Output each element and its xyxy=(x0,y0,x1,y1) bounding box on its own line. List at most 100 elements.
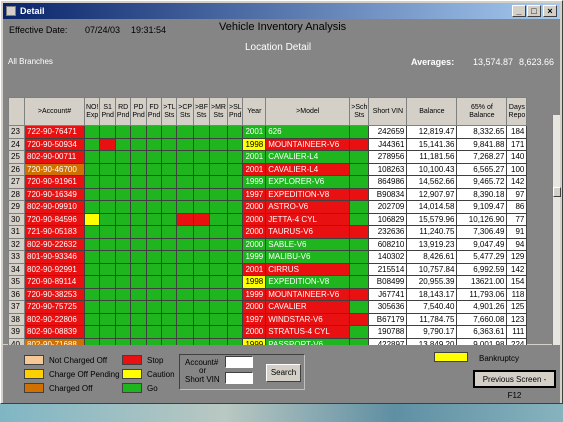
row-number[interactable]: 33 xyxy=(8,250,25,264)
status-flag-mr-sts[interactable] xyxy=(209,187,228,201)
year-cell[interactable]: 2001 xyxy=(242,150,267,164)
column-header-bf-sts[interactable]: >BF Sts xyxy=(192,97,211,126)
short-vin-cell[interactable]: J67741 xyxy=(368,287,408,301)
status-flag-sl-pnd[interactable] xyxy=(226,300,244,314)
account-cell[interactable]: 720-90-84596 xyxy=(24,212,85,226)
status-flag-sl-pnd[interactable] xyxy=(226,137,244,151)
minimize-button[interactable]: _ xyxy=(512,5,526,17)
status-flag-tl-sts[interactable] xyxy=(161,237,178,251)
search-button[interactable]: Search xyxy=(266,364,301,382)
table-row[interactable]: 31 721-90-05183 2000 TAURUS-V6 232636 11,240.… xyxy=(8,225,528,239)
status-flag-s1-pnd[interactable] xyxy=(99,212,116,226)
status-flag-bf-sts[interactable] xyxy=(192,150,211,164)
status-flag-mr-sts[interactable] xyxy=(209,225,228,239)
status-flag-tl-sts[interactable] xyxy=(161,187,178,201)
status-flag-tl-sts[interactable] xyxy=(161,275,178,289)
year-cell[interactable]: 2000 xyxy=(242,200,267,214)
year-cell[interactable]: 2000 xyxy=(242,300,267,314)
status-flag-sl-pnd[interactable] xyxy=(226,250,244,264)
status-flag-sl-pnd[interactable] xyxy=(226,225,244,239)
status-flag-cp-sts[interactable] xyxy=(176,175,194,189)
status-flag-s1-pnd[interactable] xyxy=(99,200,116,214)
scrollbar-thumb[interactable] xyxy=(553,187,561,197)
status-flag-mr-sts[interactable] xyxy=(209,200,228,214)
status-flag-tl-sts[interactable] xyxy=(161,250,178,264)
model-cell[interactable]: CAVALIER-L4 xyxy=(265,162,351,176)
account-cell[interactable]: 721-90-05183 xyxy=(24,225,85,239)
status-flag-s1-pnd[interactable] xyxy=(99,175,116,189)
status-flag-tl-sts[interactable] xyxy=(161,225,178,239)
pct-balance-cell[interactable]: 5,477.29 xyxy=(456,250,508,264)
sch-sts-cell[interactable] xyxy=(349,187,370,201)
sch-sts-cell[interactable] xyxy=(349,262,370,276)
year-cell[interactable]: 1998 xyxy=(242,275,267,289)
status-flag-mr-sts[interactable] xyxy=(209,175,228,189)
status-flag-s1-pnd[interactable] xyxy=(99,312,116,326)
days-repo-cell[interactable]: 91 xyxy=(506,225,528,239)
year-cell[interactable]: 2000 xyxy=(242,325,267,339)
status-flag-sl-pnd[interactable] xyxy=(226,237,244,251)
model-cell[interactable]: JETTA-4 CYL xyxy=(265,212,351,226)
status-flag-bf-sts[interactable] xyxy=(192,162,211,176)
status-flag-no-exp[interactable] xyxy=(83,325,101,339)
status-flag-no-exp[interactable] xyxy=(83,237,101,251)
status-flag-mr-sts[interactable] xyxy=(209,262,228,276)
status-flag-mr-sts[interactable] xyxy=(209,237,228,251)
status-flag-fd-pnd[interactable] xyxy=(145,325,163,339)
status-flag-no-exp[interactable] xyxy=(83,287,101,301)
status-flag-s1-pnd[interactable] xyxy=(99,250,116,264)
status-flag-cp-sts[interactable] xyxy=(176,162,194,176)
status-flag-bf-sts[interactable] xyxy=(192,125,211,139)
status-flag-cp-sts[interactable] xyxy=(176,262,194,276)
status-flag-no-exp[interactable] xyxy=(83,262,101,276)
table-row[interactable]: 34 802-90-92991 2001 CIRRUS 215514 10,757.84 6… xyxy=(8,262,528,276)
row-number[interactable]: 24 xyxy=(8,137,25,151)
status-flag-tl-sts[interactable] xyxy=(161,162,178,176)
status-flag-cp-sts[interactable] xyxy=(176,200,194,214)
status-flag-no-exp[interactable] xyxy=(83,250,101,264)
row-number[interactable]: 27 xyxy=(8,175,25,189)
balance-cell[interactable]: 18,143.17 xyxy=(406,287,458,301)
status-flag-fd-pnd[interactable] xyxy=(145,225,163,239)
status-flag-bf-sts[interactable] xyxy=(192,275,211,289)
short-vin-cell[interactable]: 140302 xyxy=(368,250,408,264)
table-row[interactable]: 30 720-90-84596 2000 JETTA-4 CYL 106829 15,57… xyxy=(8,212,528,226)
balance-cell[interactable]: 9,790.17 xyxy=(406,325,458,339)
account-cell[interactable]: 802-90-22806 xyxy=(24,312,85,326)
status-flag-s1-pnd[interactable] xyxy=(99,287,116,301)
short-vin-cell[interactable]: 278956 xyxy=(368,150,408,164)
short-vin-cell[interactable]: 106829 xyxy=(368,212,408,226)
row-number[interactable]: 26 xyxy=(8,162,25,176)
model-cell[interactable]: CAVALIER-L4 xyxy=(265,150,351,164)
row-number[interactable]: 29 xyxy=(8,200,25,214)
table-row[interactable]: 24 720-90-50934 1998 MOUNTAINEER-V6 J44361 15… xyxy=(8,137,528,151)
column-header-account[interactable]: >Account# xyxy=(24,97,85,126)
balance-cell[interactable]: 8,426.61 xyxy=(406,250,458,264)
status-flag-s1-pnd[interactable] xyxy=(99,162,116,176)
status-flag-bf-sts[interactable] xyxy=(192,250,211,264)
short-vin-cell[interactable]: 242659 xyxy=(368,125,408,139)
status-flag-s1-pnd[interactable] xyxy=(99,150,116,164)
model-cell[interactable]: EXPEDITION-V8 xyxy=(265,187,351,201)
status-flag-s1-pnd[interactable] xyxy=(99,125,116,139)
account-cell[interactable]: 720-90-16349 xyxy=(24,187,85,201)
status-flag-sl-pnd[interactable] xyxy=(226,262,244,276)
status-flag-bf-sts[interactable] xyxy=(192,212,211,226)
balance-cell[interactable]: 14,014.58 xyxy=(406,200,458,214)
model-cell[interactable]: ASTRO-V6 xyxy=(265,200,351,214)
account-cell[interactable]: 802-90-00711 xyxy=(24,150,85,164)
balance-cell[interactable]: 20,955.39 xyxy=(406,275,458,289)
column-header-rd-pnd[interactable]: RD Pnd xyxy=(114,97,132,126)
row-number[interactable]: 23 xyxy=(8,125,25,139)
status-flag-tl-sts[interactable] xyxy=(161,137,178,151)
table-row[interactable]: 36 720-90-38253 1999 MOUNTAINEER-V6 J67741 18… xyxy=(8,287,528,301)
column-header-pct-balance[interactable]: 65% of Balance xyxy=(456,97,508,126)
status-flag-pd-pnd[interactable] xyxy=(130,150,147,164)
status-flag-tl-sts[interactable] xyxy=(161,200,178,214)
status-flag-pd-pnd[interactable] xyxy=(130,187,147,201)
column-header-mr-sts[interactable]: >MR Sts xyxy=(209,97,228,126)
year-cell[interactable]: 1997 xyxy=(242,187,267,201)
pct-balance-cell[interactable]: 8,390.18 xyxy=(456,187,508,201)
status-flag-cp-sts[interactable] xyxy=(176,287,194,301)
status-flag-rd-pnd[interactable] xyxy=(114,187,132,201)
